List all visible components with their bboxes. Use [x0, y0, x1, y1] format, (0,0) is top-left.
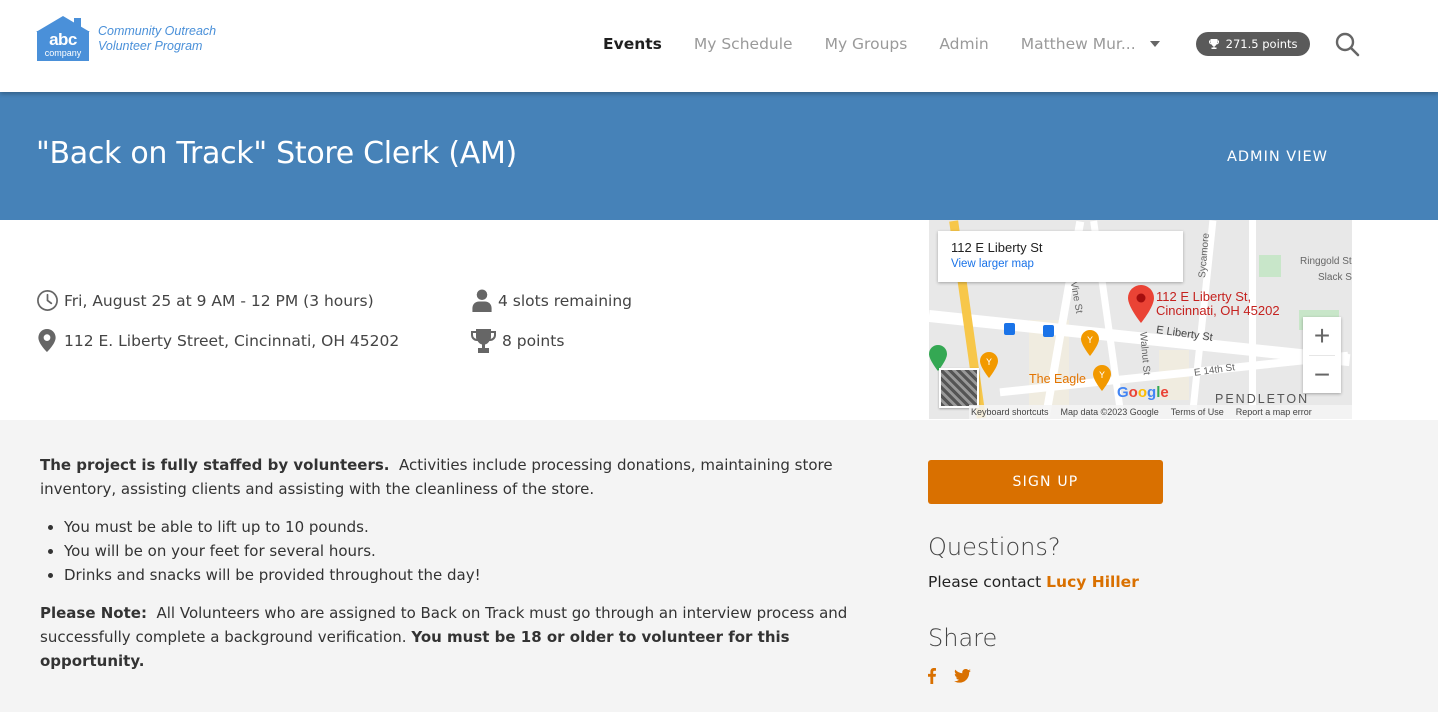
location-pin-icon[interactable]	[1128, 285, 1154, 323]
transit-marker-icon	[1004, 323, 1015, 335]
map-label-the-eagle: The Eagle	[1029, 372, 1086, 386]
map-zoom-controls: + −	[1303, 317, 1341, 393]
admin-view-link[interactable]: ADMIN VIEW	[1227, 149, 1328, 165]
house-logo-icon: abc company	[36, 16, 90, 62]
twitter-icon[interactable]	[954, 669, 971, 683]
note-paragraph: Please Note: All Volunteers who are assi…	[40, 604, 853, 670]
map-data-attribution: Map data ©2023 Google	[1060, 407, 1159, 417]
share-heading: Share	[928, 624, 998, 652]
terms-of-use-link[interactable]: Terms of Use	[1171, 407, 1224, 417]
contact-name-link[interactable]: Lucy Hiller	[1046, 573, 1139, 591]
list-item: Drinks and snacks will be provided throu…	[64, 563, 860, 587]
requirements-list: You must be able to lift up to 10 pounds…	[64, 515, 860, 587]
svg-text:Y: Y	[985, 358, 992, 368]
site-logo[interactable]: abc company Community Outreach Volunteer…	[36, 16, 216, 62]
restaurant-marker-icon: Y	[1081, 330, 1099, 356]
event-datetime: Fri, August 25 at 9 AM - 12 PM (3 hours)	[36, 289, 374, 312]
zoom-in-button[interactable]: +	[1303, 317, 1341, 355]
program-title-line1: Community Outreach	[98, 24, 217, 38]
view-larger-map-link[interactable]: View larger map	[951, 258, 1170, 270]
svg-text:Y: Y	[1098, 371, 1105, 381]
title-band: "Back on Track" Store Clerk (AM) ADMIN V…	[0, 92, 1438, 220]
user-name: Matthew Mur...	[1020, 35, 1136, 53]
keyboard-shortcuts-link[interactable]: Keyboard shortcuts	[971, 407, 1049, 417]
event-address: 112 E. Liberty Street, Cincinnati, OH 45…	[38, 329, 399, 352]
map-card-address: 112 E Liberty St	[951, 240, 1043, 255]
intro-paragraph: The project is fully staffed by voluntee…	[40, 456, 838, 498]
bar-marker-icon: Y	[980, 352, 998, 378]
transit-marker-icon	[1043, 325, 1054, 337]
map-info-card: 112 E Liberty St View larger map	[938, 231, 1183, 282]
datetime-text: Fri, August 25 at 9 AM - 12 PM (3 hours)	[64, 291, 374, 310]
report-map-error-link[interactable]: Report a map error	[1236, 407, 1312, 417]
page-title: "Back on Track" Store Clerk (AM)	[36, 136, 517, 171]
restaurant-marker-icon: Y	[1093, 365, 1111, 391]
google-logo: Google	[1117, 384, 1169, 401]
map-label-ringgold: Ringgold St	[1300, 256, 1352, 267]
list-item: You must be able to lift up to 10 pounds…	[64, 515, 860, 539]
zoom-out-button[interactable]: −	[1303, 356, 1341, 394]
pin-address-label: 112 E Liberty St, Cincinnati, OH 45202	[1156, 289, 1280, 318]
event-points: 8 points	[470, 329, 564, 353]
location-map[interactable]: Vine St E Liberty St Walnut St Sycamore …	[929, 220, 1352, 419]
contact-line: Please contact Lucy Hiller	[928, 573, 1139, 591]
event-description: The project is fully staffed by voluntee…	[40, 453, 860, 687]
map-label-pendleton: PENDLETON	[1215, 392, 1310, 406]
address-text: 112 E. Liberty Street, Cincinnati, OH 45…	[64, 331, 400, 350]
points-text: 271.5 points	[1225, 37, 1298, 51]
list-item: You will be on your feet for several hou…	[64, 539, 860, 563]
satellite-toggle[interactable]	[939, 368, 979, 408]
nav-my-schedule[interactable]: My Schedule	[694, 35, 793, 53]
svg-text:Y: Y	[1086, 336, 1093, 346]
logo-main-text: abc	[49, 30, 77, 49]
clock-icon	[37, 290, 58, 311]
trophy-icon	[1208, 39, 1219, 49]
share-icons	[928, 668, 971, 684]
map-pin-icon	[38, 329, 56, 352]
program-title-line2: Volunteer Program	[98, 39, 203, 53]
questions-heading: Questions?	[928, 533, 1061, 561]
top-navigation: abc company Community Outreach Volunteer…	[0, 0, 1438, 92]
trophy-icon	[471, 329, 496, 353]
event-slots: 4 slots remaining	[471, 289, 632, 312]
person-icon	[472, 289, 492, 312]
search-icon[interactable]	[1334, 31, 1360, 57]
nav-my-groups[interactable]: My Groups	[825, 35, 908, 53]
nav-admin[interactable]: Admin	[939, 35, 988, 53]
sign-up-button[interactable]: SIGN UP	[928, 460, 1163, 504]
map-label-vine: Vine St	[1067, 280, 1085, 315]
map-label-slack: Slack St	[1318, 272, 1352, 283]
nav-events[interactable]: Events	[603, 35, 662, 53]
map-footer: Keyboard shortcuts Map data ©2023 Google…	[969, 405, 1352, 419]
main-nav: Events My Schedule My Groups Admin Matth…	[603, 31, 1360, 57]
points-badge: 271.5 points	[1195, 32, 1310, 56]
points-text: 8 points	[502, 332, 565, 350]
caret-down-icon	[1149, 41, 1160, 47]
user-menu[interactable]: Matthew Mur...	[1021, 35, 1160, 53]
facebook-icon[interactable]	[928, 668, 936, 684]
slots-text: 4 slots remaining	[498, 291, 632, 310]
logo-sub-text: company	[44, 48, 82, 58]
